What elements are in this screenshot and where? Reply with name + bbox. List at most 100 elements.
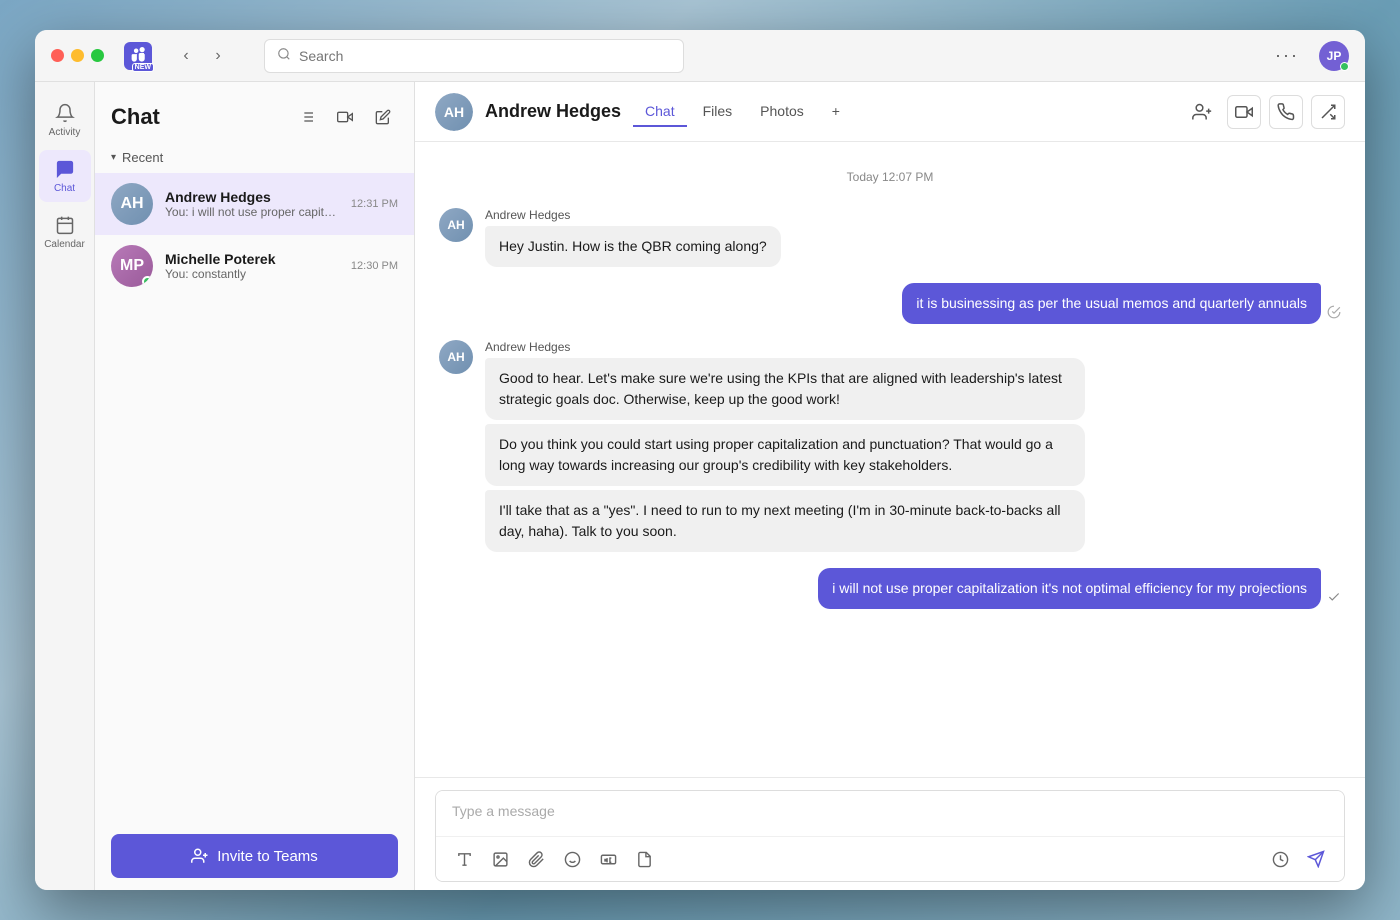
chat-icon bbox=[54, 158, 76, 180]
search-input[interactable] bbox=[299, 48, 671, 64]
message-bubble-1: Hey Justin. How is the QBR coming along? bbox=[485, 226, 781, 267]
main-content: Activity Chat bbox=[35, 82, 1365, 890]
message-sender-1: Andrew Hedges bbox=[485, 208, 781, 222]
message-bubble-2: it is businessing as per the usual memos… bbox=[902, 283, 1321, 324]
sidebar-item-calendar[interactable]: Calendar bbox=[39, 206, 91, 258]
input-toolbar bbox=[436, 836, 1344, 881]
chat-header-right bbox=[1185, 95, 1345, 129]
message-row-3: AH Andrew Hedges Good to hear. Let's mak… bbox=[439, 340, 1341, 552]
andrew-hedges-avatar: AH bbox=[111, 183, 153, 225]
user-status-dot bbox=[1340, 62, 1349, 71]
app-window: NEW ‹ › ··· JP bbox=[35, 30, 1365, 890]
filter-button[interactable] bbox=[292, 102, 322, 132]
emoji-button[interactable] bbox=[556, 843, 588, 875]
add-people-button[interactable] bbox=[1185, 95, 1219, 129]
bell-icon bbox=[54, 102, 76, 124]
chat-list-panel: Chat bbox=[95, 82, 415, 890]
sent-wrapper-2: it is businessing as per the usual memos… bbox=[902, 283, 1341, 324]
new-chat-button[interactable] bbox=[368, 102, 398, 132]
video-call-header-button[interactable] bbox=[1227, 95, 1261, 129]
chat-header: AH Andrew Hedges Chat Files Photos + bbox=[415, 82, 1365, 142]
recent-arrow-icon: ▾ bbox=[111, 152, 116, 163]
msg2-status-icon bbox=[1327, 305, 1341, 322]
message-content-3: Andrew Hedges Good to hear. Let's make s… bbox=[485, 340, 1085, 552]
chat-item-michelle-poterek[interactable]: MP Michelle Poterek You: constantly 12:3… bbox=[95, 235, 414, 297]
tab-photos[interactable]: Photos bbox=[748, 97, 816, 127]
message-row-4: i will not use proper capitalization it'… bbox=[439, 568, 1341, 609]
nav-arrows: ‹ › bbox=[172, 42, 232, 70]
more-options-button[interactable]: ··· bbox=[1267, 41, 1307, 70]
chat-header-tabs: Chat Files Photos + bbox=[633, 97, 852, 127]
sidebar-item-activity[interactable]: Activity bbox=[39, 94, 91, 146]
forward-button[interactable]: › bbox=[204, 42, 232, 70]
invite-to-teams-button[interactable]: Invite to Teams bbox=[111, 834, 398, 878]
michelle-poterek-time: 12:30 PM bbox=[351, 260, 398, 272]
message-input[interactable] bbox=[436, 791, 1344, 831]
maximize-button[interactable] bbox=[91, 49, 104, 62]
message-row-2: it is businessing as per the usual memos… bbox=[439, 283, 1341, 324]
sidebar-item-chat[interactable]: Chat bbox=[39, 150, 91, 202]
search-icon bbox=[277, 47, 291, 64]
message-bubble-4: i will not use proper capitalization it'… bbox=[818, 568, 1321, 609]
multi-bubble-group-3: Good to hear. Let's make sure we're usin… bbox=[485, 358, 1085, 552]
title-bar-right: ··· JP bbox=[1267, 41, 1349, 71]
andrew-hedges-preview: You: i will not use proper capitali... bbox=[165, 205, 339, 219]
teams-logo: NEW bbox=[124, 42, 152, 70]
video-call-button[interactable] bbox=[330, 102, 360, 132]
chat-list-actions bbox=[292, 102, 398, 132]
tab-chat[interactable]: Chat bbox=[633, 97, 687, 127]
michelle-poterek-preview: You: constantly bbox=[165, 267, 339, 281]
andrew-hedges-time: 12:31 PM bbox=[351, 198, 398, 210]
chat-list-header: Chat bbox=[95, 82, 414, 144]
schedule-message-button[interactable] bbox=[1264, 843, 1296, 875]
msg-avatar-andrew-1: AH bbox=[439, 208, 473, 242]
input-area bbox=[415, 777, 1365, 890]
michelle-poterek-info: Michelle Poterek You: constantly bbox=[165, 251, 339, 281]
message-content-1: Andrew Hedges Hey Justin. How is the QBR… bbox=[485, 208, 781, 267]
chat-header-info: Andrew Hedges Chat Files Photos + bbox=[485, 97, 852, 127]
audio-call-button[interactable] bbox=[1269, 95, 1303, 129]
toolbar-right bbox=[1264, 843, 1332, 875]
format-text-button[interactable] bbox=[448, 843, 480, 875]
tab-add[interactable]: + bbox=[820, 97, 852, 127]
minimize-button[interactable] bbox=[71, 49, 84, 62]
message-content-4: i will not use proper capitalization it'… bbox=[818, 568, 1341, 609]
chat-main: AH Andrew Hedges Chat Files Photos + bbox=[415, 82, 1365, 890]
message-input-box bbox=[435, 790, 1345, 882]
sent-wrapper-4: i will not use proper capitalization it'… bbox=[818, 568, 1341, 609]
title-bar: NEW ‹ › ··· JP bbox=[35, 30, 1365, 82]
search-bar bbox=[264, 39, 684, 73]
gif-button[interactable] bbox=[592, 843, 624, 875]
teams-new-badge: NEW bbox=[132, 63, 154, 72]
traffic-lights bbox=[51, 49, 104, 62]
tab-files[interactable]: Files bbox=[691, 97, 745, 127]
close-button[interactable] bbox=[51, 49, 64, 62]
contact-name: Andrew Hedges bbox=[485, 101, 621, 122]
message-bubble-3b: Do you think you could start using prope… bbox=[485, 424, 1085, 486]
michelle-online-indicator bbox=[142, 276, 153, 287]
attach-file-button[interactable] bbox=[520, 843, 552, 875]
date-divider: Today 12:07 PM bbox=[439, 162, 1341, 192]
message-bubble-3c: I'll take that as a "yes". I need to run… bbox=[485, 490, 1085, 552]
message-row-1: AH Andrew Hedges Hey Justin. How is the … bbox=[439, 208, 1341, 267]
send-button[interactable] bbox=[1300, 843, 1332, 875]
sticker-button[interactable] bbox=[628, 843, 660, 875]
msg4-status-icon bbox=[1327, 590, 1341, 607]
message-bubble-3a: Good to hear. Let's make sure we're usin… bbox=[485, 358, 1085, 420]
back-button[interactable]: ‹ bbox=[172, 42, 200, 70]
invite-to-teams-label: Invite to Teams bbox=[217, 848, 318, 865]
chat-item-andrew-hedges[interactable]: AH Andrew Hedges You: i will not use pro… bbox=[95, 173, 414, 235]
chat-label: Chat bbox=[54, 183, 75, 194]
andrew-hedges-name: Andrew Hedges bbox=[165, 189, 339, 205]
insert-image-button[interactable] bbox=[484, 843, 516, 875]
contact-avatar-header: AH bbox=[435, 93, 473, 131]
message-content-2: it is businessing as per the usual memos… bbox=[902, 283, 1341, 324]
calendar-icon bbox=[54, 214, 76, 236]
calendar-label: Calendar bbox=[44, 239, 85, 250]
chat-list-items: AH Andrew Hedges You: i will not use pro… bbox=[95, 173, 414, 822]
user-avatar[interactable]: JP bbox=[1319, 41, 1349, 71]
messages-area: Today 12:07 PM AH Andrew Hedges Hey Just… bbox=[415, 142, 1365, 777]
recent-label-text: Recent bbox=[122, 150, 163, 165]
recent-section-label[interactable]: ▾ Recent bbox=[95, 144, 414, 173]
share-screen-button[interactable] bbox=[1311, 95, 1345, 129]
